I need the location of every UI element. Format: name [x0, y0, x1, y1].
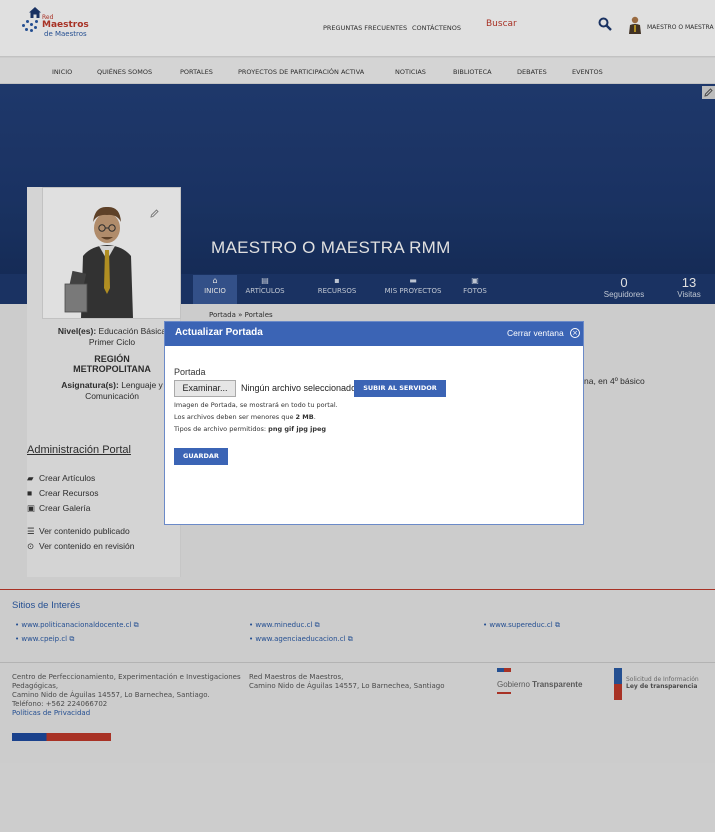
browse-file-button[interactable]: Examinar... [174, 380, 236, 397]
types-note: Tipos de archivo permitidos: png gif jpg… [174, 425, 327, 433]
close-window-link[interactable]: Cerrar ventana [507, 328, 564, 338]
file-status: Ningún archivo seleccionado. [241, 383, 359, 393]
modal-header: Actualizar Portada Cerrar ventana × [165, 322, 583, 346]
upload-button[interactable]: SUBIR AL SERVIDOR [354, 380, 446, 397]
portada-field-label: Portada [174, 367, 206, 377]
update-cover-modal: Actualizar Portada Cerrar ventana × Port… [164, 321, 584, 525]
save-button[interactable]: GUARDAR [174, 448, 228, 465]
close-icon[interactable]: × [570, 328, 580, 338]
modal-title: Actualizar Portada [175, 327, 263, 338]
size-note: Los archivos deben ser menores que 2 MB. [174, 413, 316, 421]
cover-note: Imagen de Portada, se mostrará en todo t… [174, 401, 338, 409]
